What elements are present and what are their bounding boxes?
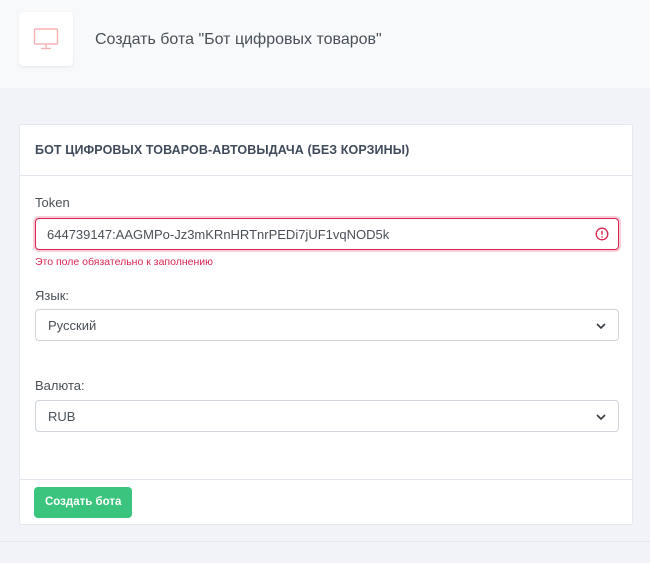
card-footer: Создать бота: [20, 479, 632, 524]
token-label: Token: [35, 195, 70, 210]
card-body: Token Это поле обязательно к заполнению …: [20, 176, 632, 481]
language-selected-value: Русский: [48, 317, 97, 333]
currency-select[interactable]: RUB: [35, 400, 619, 432]
card-header: БОТ ЦИФРОВЫХ ТОВАРОВ-АВТОВЫДАЧА (БЕЗ КОР…: [20, 125, 632, 176]
chevron-down-icon: [596, 414, 606, 421]
page-title: Создать бота "Бот цифровых товаров": [95, 31, 382, 48]
chevron-down-icon: [596, 323, 606, 330]
monitor-icon: [33, 28, 59, 50]
create-bot-card: БОТ ЦИФРОВЫХ ТОВАРОВ-АВТОВЫДАЧА (БЕЗ КОР…: [19, 124, 633, 525]
card-title: БОТ ЦИФРОВЫХ ТОВАРОВ-АВТОВЫДАЧА (БЕЗ КОР…: [35, 143, 410, 157]
error-icon: [595, 227, 609, 241]
language-label: Язык:: [35, 288, 69, 303]
currency-selected-value: RUB: [48, 408, 76, 424]
currency-label: Валюта:: [35, 378, 85, 393]
create-bot-button[interactable]: Создать бота: [34, 486, 133, 518]
header-icon-box: [19, 12, 73, 66]
token-error-message: Это поле обязательно к заполнению: [35, 256, 214, 268]
page-header: Создать бота "Бот цифровых товаров": [0, 0, 650, 88]
language-select[interactable]: Русский: [35, 309, 619, 341]
divider: [0, 541, 650, 542]
token-input[interactable]: [35, 218, 619, 250]
